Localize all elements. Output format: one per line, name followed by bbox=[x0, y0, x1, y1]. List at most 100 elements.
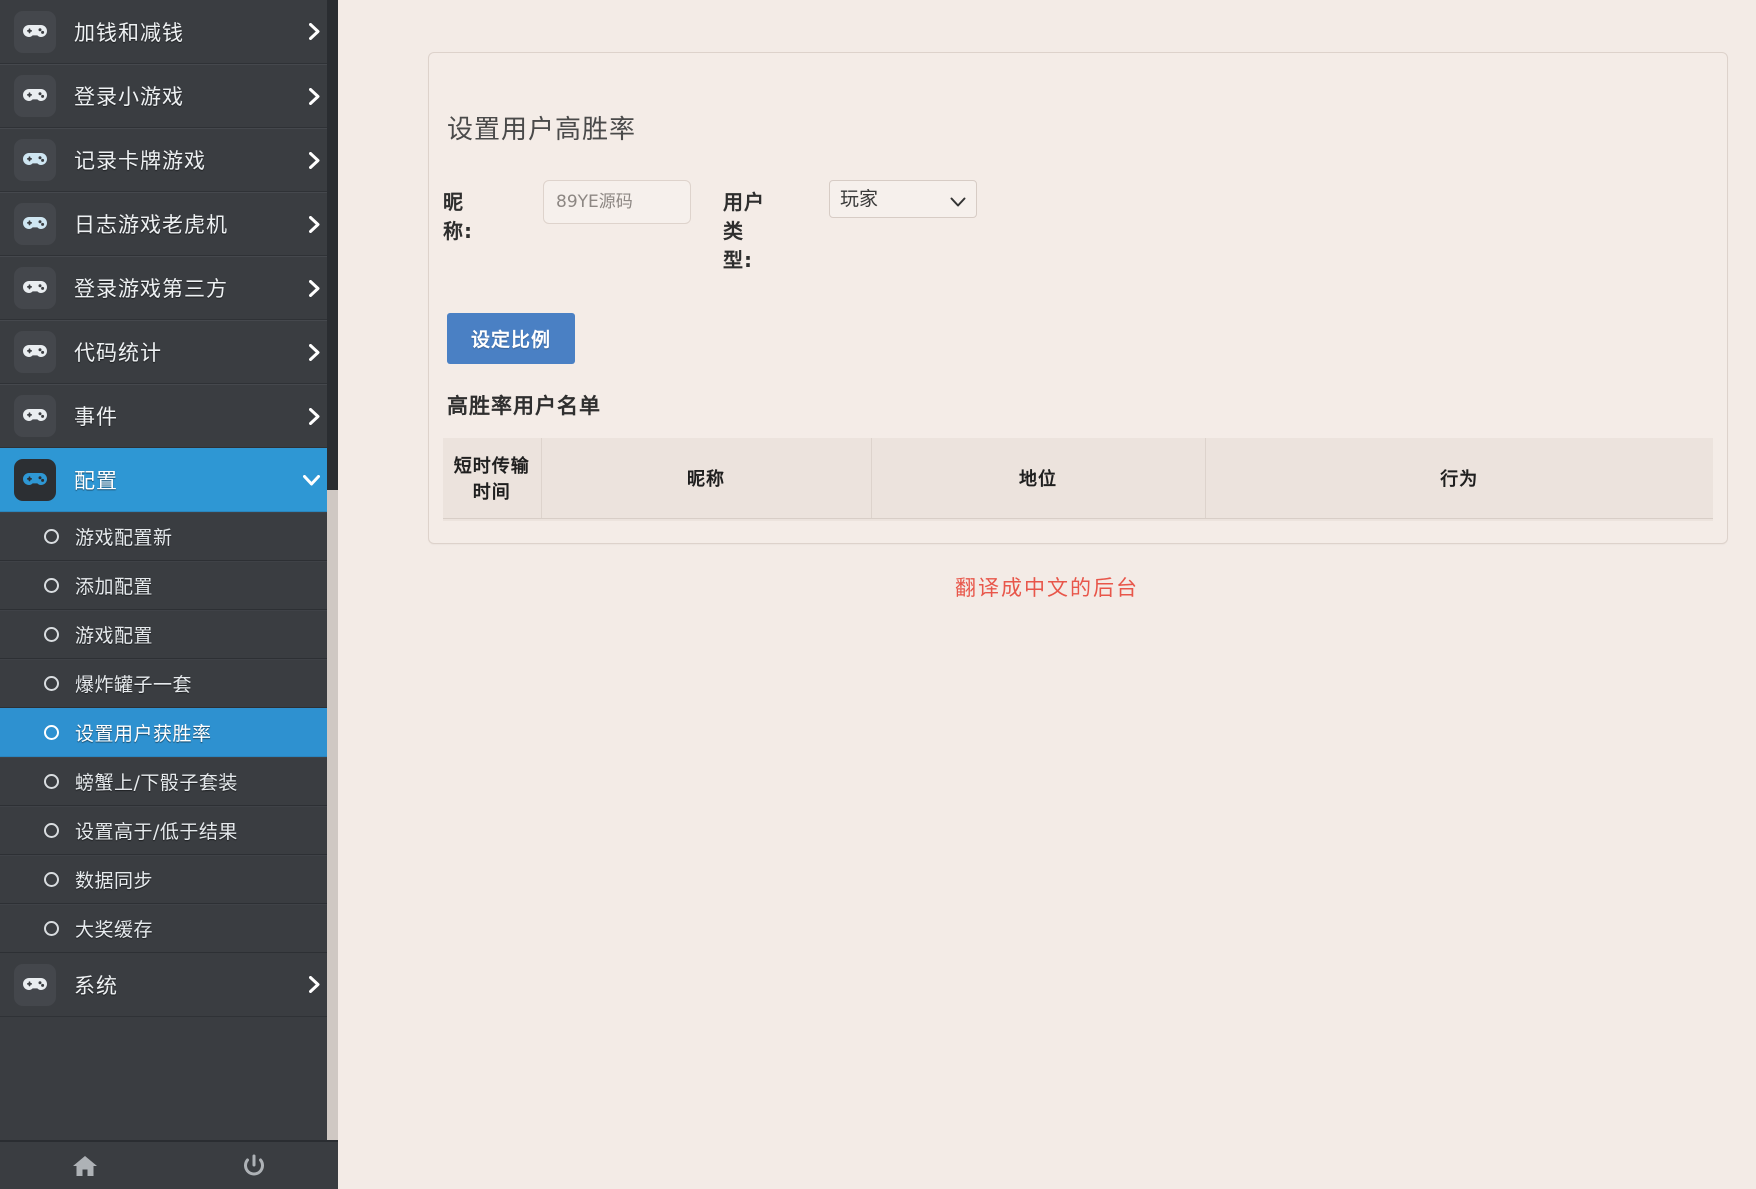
table-header-cell: 短时传输时间 bbox=[443, 438, 542, 519]
sidebar-item-configuration[interactable]: 配置 bbox=[0, 448, 338, 512]
circle-icon bbox=[44, 676, 59, 691]
sidebar-item-label: 加钱和减钱 bbox=[74, 20, 184, 45]
sidebar-subitem-label: 设置高于/低于结果 bbox=[75, 821, 238, 843]
usertype-select-wrap: 玩家 bbox=[829, 180, 977, 218]
sidebar-subitem-label: 数据同步 bbox=[75, 870, 154, 892]
table-head: 短时传输时间 昵称 地位 行为 bbox=[443, 438, 1713, 519]
sidebar-nav: 加钱和减钱 登录小游戏 记录卡牌游戏 日志游戏老虎机 登录游戏第三方 代码统计 … bbox=[0, 0, 338, 512]
circle-icon bbox=[44, 529, 59, 544]
table-header-cell: 地位 bbox=[871, 438, 1206, 519]
power-icon bbox=[242, 1154, 266, 1178]
circle-icon bbox=[44, 921, 59, 936]
sidebar-subitem-game-config[interactable]: 游戏配置 bbox=[0, 610, 338, 659]
gamepad-icon bbox=[14, 267, 56, 309]
sidebar-subitem-label: 螃蟹上/下骰子套装 bbox=[75, 772, 238, 794]
gamepad-icon bbox=[14, 203, 56, 245]
sidebar-subitem-explosion-jar-set[interactable]: 爆炸罐子一套 bbox=[0, 659, 338, 708]
chevron-right-icon bbox=[309, 279, 320, 297]
sidebar-item-record-card-game[interactable]: 记录卡牌游戏 bbox=[0, 128, 338, 192]
translation-notice-text: 翻译成中文的后台 bbox=[955, 576, 1139, 600]
chevron-right-icon bbox=[309, 87, 320, 105]
sidebar-scrollbar-thumb[interactable] bbox=[327, 0, 338, 490]
sidebar-scrollbar-track[interactable] bbox=[327, 0, 338, 1140]
usertype-field-group: 用户类型: 玩家 bbox=[723, 180, 977, 275]
app-root: 加钱和减钱 登录小游戏 记录卡牌游戏 日志游戏老虎机 登录游戏第三方 代码统计 … bbox=[0, 0, 1756, 1189]
win-rate-form: 昵称: 用户类型: 玩家 bbox=[429, 146, 1727, 275]
sidebar-nav-bottom: 系统 bbox=[0, 953, 338, 1017]
high-win-rate-table-wrap: 短时传输时间 昵称 地位 行为 bbox=[443, 438, 1713, 521]
sidebar-subitem-set-over-under-result[interactable]: 设置高于/低于结果 bbox=[0, 806, 338, 855]
gamepad-icon bbox=[14, 331, 56, 373]
circle-icon bbox=[44, 578, 59, 593]
gamepad-icon bbox=[14, 963, 56, 1006]
sidebar-subitem-data-sync[interactable]: 数据同步 bbox=[0, 855, 338, 904]
settings-panel: 设置用户高胜率 昵称: 用户类型: 玩家 bbox=[428, 52, 1728, 544]
sidebar-subitem-add-config[interactable]: 添加配置 bbox=[0, 561, 338, 610]
sidebar-subitem-label: 设置用户获胜率 bbox=[75, 723, 212, 745]
table-header-cell: 昵称 bbox=[541, 438, 872, 519]
sidebar-item-label: 登录游戏第三方 bbox=[74, 277, 228, 301]
sidebar-item-label: 系统 bbox=[74, 973, 118, 998]
table-header-cell: 行为 bbox=[1205, 438, 1713, 519]
circle-icon bbox=[44, 823, 59, 838]
sidebar-subitem-label: 游戏配置新 bbox=[75, 527, 173, 549]
gamepad-icon bbox=[14, 75, 56, 117]
gamepad-icon bbox=[14, 10, 56, 53]
main-content: 设置用户高胜率 昵称: 用户类型: 玩家 bbox=[338, 0, 1756, 1189]
sidebar-item-code-statistics[interactable]: 代码统计 bbox=[0, 320, 338, 384]
sidebar-item-add-subtract-money[interactable]: 加钱和减钱 bbox=[0, 0, 338, 64]
sidebar-subitem-label: 游戏配置 bbox=[75, 625, 154, 647]
chevron-right-icon bbox=[309, 407, 320, 425]
circle-icon bbox=[44, 872, 59, 887]
high-win-rate-table: 短时传输时间 昵称 地位 行为 bbox=[443, 438, 1713, 521]
set-ratio-button[interactable]: 设定比例 bbox=[447, 313, 576, 364]
sidebar-item-label: 代码统计 bbox=[74, 341, 162, 365]
list-title: 高胜率用户名单 bbox=[447, 394, 601, 418]
nickname-label: 昵称: bbox=[443, 190, 473, 243]
home-icon bbox=[72, 1154, 98, 1178]
gamepad-icon bbox=[14, 459, 56, 501]
sidebar-subitem-label: 添加配置 bbox=[75, 576, 154, 598]
sidebar-item-login-game-thirdparty[interactable]: 登录游戏第三方 bbox=[0, 256, 338, 320]
sidebar-subnav-configuration: 游戏配置新 添加配置 游戏配置 爆炸罐子一套 设置用户获胜率 螃蟹上/下骰子套装… bbox=[0, 512, 338, 953]
chevron-right-icon bbox=[309, 23, 320, 40]
sidebar-item-log-game-slot[interactable]: 日志游戏老虎机 bbox=[0, 192, 338, 256]
sidebar-item-login-minigame[interactable]: 登录小游戏 bbox=[0, 64, 338, 128]
circle-icon bbox=[44, 725, 59, 740]
sidebar-subitem-jackpot-cache[interactable]: 大奖缓存 bbox=[0, 904, 338, 953]
chevron-right-icon bbox=[309, 151, 320, 169]
usertype-label: 用户类型: bbox=[723, 190, 765, 272]
sidebar-subitem-set-user-win-rate[interactable]: 设置用户获胜率 bbox=[0, 708, 338, 757]
home-button[interactable] bbox=[0, 1142, 169, 1189]
sidebar-item-system[interactable]: 系统 bbox=[0, 953, 338, 1017]
power-button[interactable] bbox=[169, 1142, 338, 1189]
chevron-right-icon bbox=[309, 215, 320, 233]
sidebar-subitem-label: 大奖缓存 bbox=[75, 919, 154, 941]
nickname-field-group: 昵称: bbox=[443, 180, 691, 246]
sidebar-subitem-label: 爆炸罐子一套 bbox=[75, 674, 193, 696]
sidebar-item-label: 配置 bbox=[74, 469, 118, 493]
chevron-right-icon bbox=[309, 343, 320, 361]
page-title: 设置用户高胜率 bbox=[447, 115, 637, 145]
sidebar-subitem-game-config-new[interactable]: 游戏配置新 bbox=[0, 512, 338, 561]
chevron-right-icon bbox=[309, 976, 320, 993]
table-body bbox=[443, 519, 1713, 521]
circle-icon bbox=[44, 774, 59, 789]
nickname-input[interactable] bbox=[543, 180, 691, 224]
sidebar-item-label: 日志游戏老虎机 bbox=[74, 213, 228, 237]
usertype-select[interactable]: 玩家 bbox=[829, 180, 977, 218]
sidebar-scroll-area: 加钱和减钱 登录小游戏 记录卡牌游戏 日志游戏老虎机 登录游戏第三方 代码统计 … bbox=[0, 0, 338, 1140]
chevron-down-icon bbox=[303, 474, 320, 486]
table-header-row: 短时传输时间 昵称 地位 行为 bbox=[443, 438, 1713, 519]
gamepad-icon bbox=[14, 395, 56, 437]
circle-icon bbox=[44, 627, 59, 642]
sidebar-item-label: 记录卡牌游戏 bbox=[74, 149, 206, 173]
sidebar-item-events[interactable]: 事件 bbox=[0, 384, 338, 448]
gamepad-icon bbox=[14, 139, 56, 181]
sidebar: 加钱和减钱 登录小游戏 记录卡牌游戏 日志游戏老虎机 登录游戏第三方 代码统计 … bbox=[0, 0, 338, 1189]
sidebar-item-label: 登录小游戏 bbox=[74, 85, 184, 109]
sidebar-subitem-crab-dice-set[interactable]: 螃蟹上/下骰子套装 bbox=[0, 757, 338, 806]
translation-notice: 翻译成中文的后台 bbox=[338, 572, 1756, 602]
sidebar-footer bbox=[0, 1140, 338, 1189]
sidebar-item-label: 事件 bbox=[74, 405, 118, 429]
